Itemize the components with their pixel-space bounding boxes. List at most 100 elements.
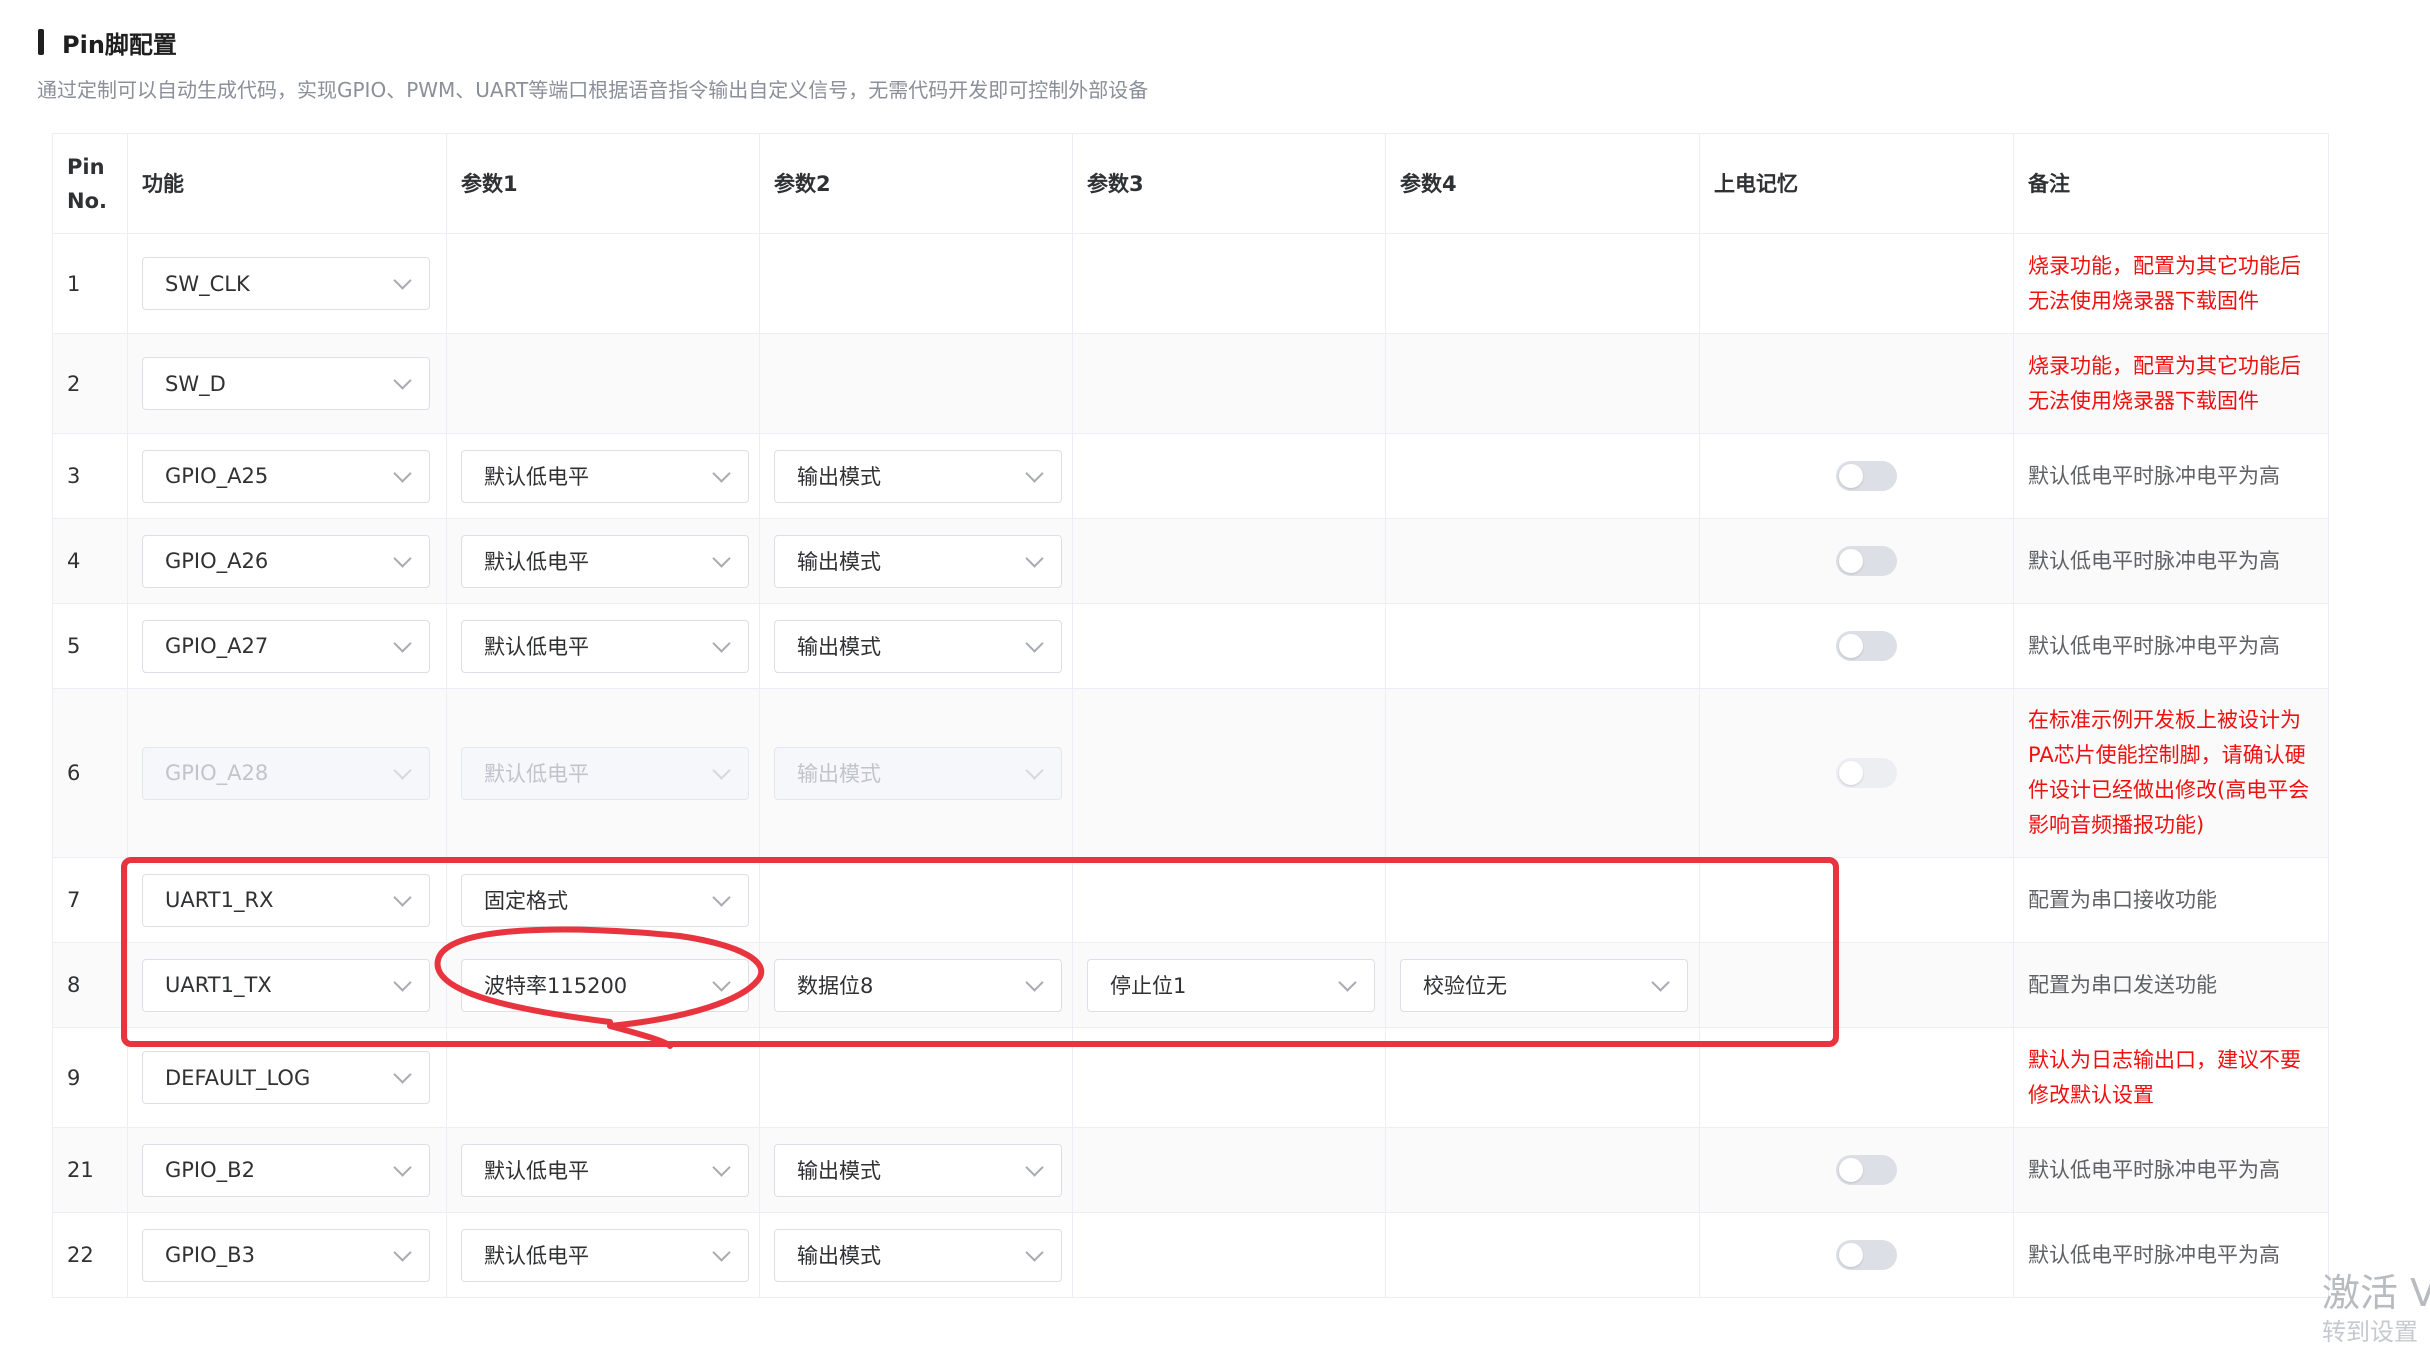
function-cell: GPIO_A27 [127,603,447,689]
function-select: GPIO_A28 [142,746,430,800]
remark-cell: 默认低电平时脉冲电平为高 [2013,1212,2329,1298]
p2-select[interactable]: 数据位8 [774,958,1062,1012]
function-select[interactable]: SW_D [142,357,430,410]
select-value: 数据位8 [797,974,874,998]
param-cell-p2: 输出模式 [759,1127,1073,1213]
function-select[interactable]: SW_CLK [142,257,430,310]
param-cell-p1: 默认低电平 [446,1212,760,1298]
p1-select[interactable]: 固定格式 [461,873,749,927]
toggle-knob [1839,761,1863,785]
select-value: 输出模式 [797,550,881,574]
p2-select[interactable]: 输出模式 [774,619,1062,673]
power-memory-cell [1699,333,2014,434]
chevron-down-icon [1338,972,1357,992]
select-value: GPIO_B2 [165,1158,255,1182]
p1-select[interactable]: 默认低电平 [461,1143,749,1197]
remark-cell: 烧录功能，配置为其它功能后无法使用烧录器下载固件 [2013,333,2329,434]
function-select[interactable]: GPIO_B2 [142,1143,430,1197]
power-memory-cell [1699,433,2014,519]
table-row: 4 GPIO_A26 默认低电平 输出模式 默认低电平时脉冲电平为高 [52,518,2329,604]
param-cell-p1: 默认低电平 [446,688,760,858]
p1-select[interactable]: 默认低电平 [461,449,749,503]
param-cell-p2: 数据位8 [759,942,1073,1028]
param-cell-p3 [1072,603,1386,689]
toggle-knob [1839,1243,1863,1267]
power-memory-cell [1699,1212,2014,1298]
select-value: UART1_TX [165,973,272,997]
param-cell-p2 [759,233,1073,334]
header-param3: 参数3 [1072,133,1386,234]
select-value: 默认低电平 [484,1159,589,1183]
pin-number: 2 [52,333,128,434]
p3-select[interactable]: 停止位1 [1087,958,1375,1012]
remark-cell: 配置为串口发送功能 [2013,942,2329,1028]
function-select[interactable]: GPIO_A26 [142,534,430,588]
toggle-knob [1839,634,1863,658]
p1-select[interactable]: 默认低电平 [461,1228,749,1282]
header-param4: 参数4 [1385,133,1700,234]
table-row: 9 DEFAULT_LOG 默认为日志输出口，建议不要修改默认设置 [52,1027,2329,1128]
remark-cell: 默认低电平时脉冲电平为高 [2013,603,2329,689]
param-cell-p1 [446,233,760,334]
param-cell-p4 [1385,688,1700,858]
chevron-down-icon [393,887,412,907]
p1-select[interactable]: 默认低电平 [461,534,749,588]
chevron-down-icon [393,271,412,290]
p2-select[interactable]: 输出模式 [774,534,1062,588]
param-cell-p2: 输出模式 [759,688,1073,858]
param-cell-p1 [446,333,760,434]
function-select[interactable]: DEFAULT_LOG [142,1051,430,1104]
power-memory-toggle[interactable] [1836,1155,1897,1185]
power-memory-toggle[interactable] [1836,631,1897,661]
function-cell: GPIO_B2 [127,1127,447,1213]
power-memory-toggle[interactable] [1836,1240,1897,1270]
p4-select[interactable]: 校验位无 [1400,958,1688,1012]
param-cell-p4 [1385,857,1700,943]
p2-select[interactable]: 输出模式 [774,449,1062,503]
param-cell-p1: 固定格式 [446,857,760,943]
chevron-down-icon [712,1157,731,1177]
param-cell-p4 [1385,1027,1700,1128]
pin-number: 8 [52,942,128,1028]
pin-config-table: Pin No. 功能 参数1 参数2 参数3 参数4 上电记忆 备注 1 SW_C… [52,133,2329,1298]
param-cell-p1: 默认低电平 [446,603,760,689]
select-value: GPIO_A25 [165,464,269,488]
select-value: 输出模式 [797,635,881,659]
p1-select[interactable]: 默认低电平 [461,619,749,673]
power-memory-toggle[interactable] [1836,546,1897,576]
p2-select[interactable]: 输出模式 [774,1228,1062,1282]
function-select[interactable]: UART1_RX [142,873,430,927]
select-value: DEFAULT_LOG [165,1065,311,1090]
table-row: 2 SW_D 烧录功能，配置为其它功能后无法使用烧录器下载固件 [52,333,2329,434]
function-select[interactable]: GPIO_A27 [142,619,430,673]
param-cell-p3 [1072,233,1386,334]
p2-select[interactable]: 输出模式 [774,1143,1062,1197]
function-select[interactable]: UART1_TX [142,958,430,1012]
param-cell-p1 [446,1027,760,1128]
power-memory-cell [1699,1127,2014,1213]
power-memory-toggle[interactable] [1836,461,1897,491]
header-function: 功能 [127,133,447,234]
function-select[interactable]: GPIO_A25 [142,449,430,503]
param-cell-p4 [1385,233,1700,334]
chevron-down-icon [712,760,731,780]
param-cell-p4 [1385,433,1700,519]
chevron-down-icon [393,548,412,568]
param-cell-p3 [1072,857,1386,943]
select-value: 停止位1 [1110,974,1187,998]
param-cell-p3 [1072,333,1386,434]
select-value: GPIO_A27 [165,634,269,658]
table-row: 5 GPIO_A27 默认低电平 输出模式 默认低电平时脉冲电平为高 [52,603,2329,689]
select-value: 输出模式 [797,1244,881,1268]
section-accent-bar [38,29,44,55]
table-row: 22 GPIO_B3 默认低电平 输出模式 默认低电平时脉冲电平为高 [52,1212,2329,1298]
section-description: 通过定制可以自动生成代码，实现GPIO、PWM、UART等端口根据语音指令输出自… [37,78,1149,102]
chevron-down-icon [393,972,412,992]
param-cell-p2: 输出模式 [759,518,1073,604]
function-select[interactable]: GPIO_B3 [142,1228,430,1282]
pin-number: 21 [52,1127,128,1213]
chevron-down-icon [712,1242,731,1262]
param-cell-p3 [1072,433,1386,519]
p1-select[interactable]: 波特率115200 [461,958,749,1012]
remark-cell: 默认低电平时脉冲电平为高 [2013,1127,2329,1213]
